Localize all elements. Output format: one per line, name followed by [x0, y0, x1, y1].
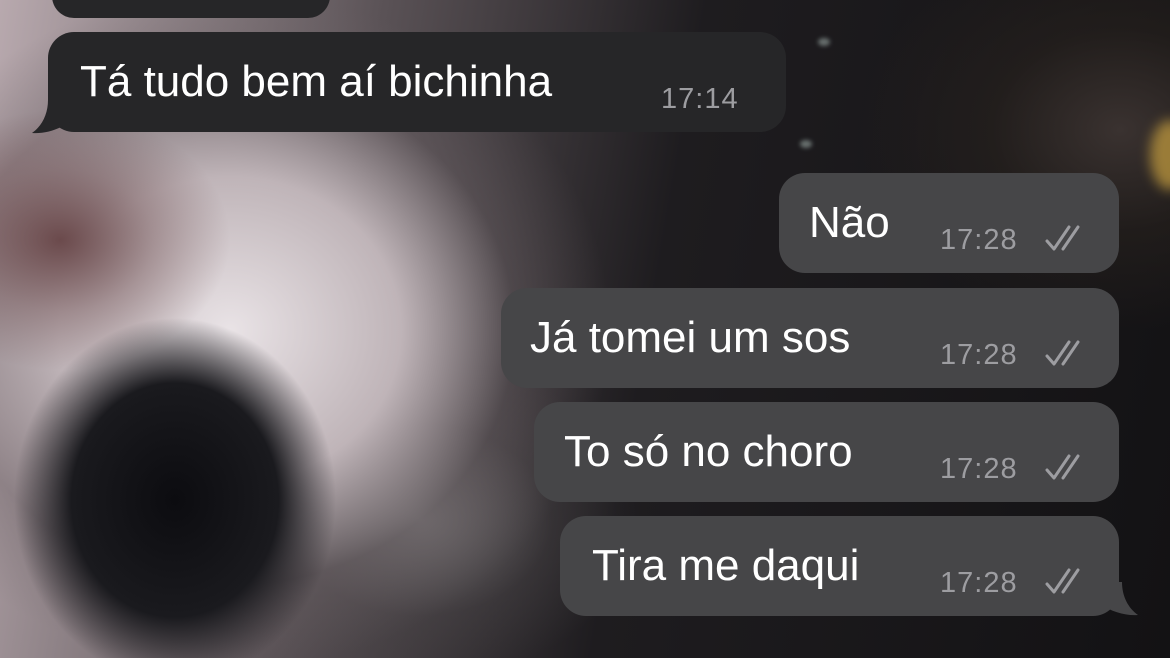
- message-text: Tá tudo bem aí bichinha: [80, 57, 553, 106]
- message-bubble-outgoing[interactable]: Tira me daqui 17:28: [560, 516, 1119, 616]
- message-timestamp: 17:14: [661, 83, 739, 115]
- double-check-icon: [1045, 454, 1080, 480]
- bubble-tail-outgoing: [1094, 582, 1138, 616]
- double-check-icon: [1045, 340, 1080, 366]
- message-text: Tira me daqui: [592, 541, 860, 590]
- message-bubble-outgoing[interactable]: To só no choro 17:28: [534, 402, 1119, 502]
- message-bubble-incoming[interactable]: Tá tudo bem aí bichinha 17:14: [48, 32, 786, 132]
- message-bubble-outgoing[interactable]: Já tomei um sos 17:28: [501, 288, 1119, 388]
- message-bubble-outgoing[interactable]: Não 17:28: [779, 173, 1119, 273]
- message-timestamp: 17:28: [940, 453, 1018, 485]
- message-bubble-incoming-partial[interactable]: [52, 0, 330, 18]
- message-text: To só no choro: [564, 427, 853, 476]
- message-text: Não: [809, 198, 890, 247]
- wallpaper-highlight: [800, 140, 812, 148]
- message-timestamp: 17:28: [940, 224, 1018, 256]
- double-check-icon: [1045, 568, 1080, 594]
- message-timestamp: 17:28: [940, 567, 1018, 599]
- wallpaper-highlight: [818, 38, 830, 46]
- message-text: Já tomei um sos: [530, 313, 851, 362]
- bubble-tail-incoming: [32, 100, 78, 134]
- double-check-icon: [1045, 225, 1080, 251]
- message-timestamp: 17:28: [940, 339, 1018, 371]
